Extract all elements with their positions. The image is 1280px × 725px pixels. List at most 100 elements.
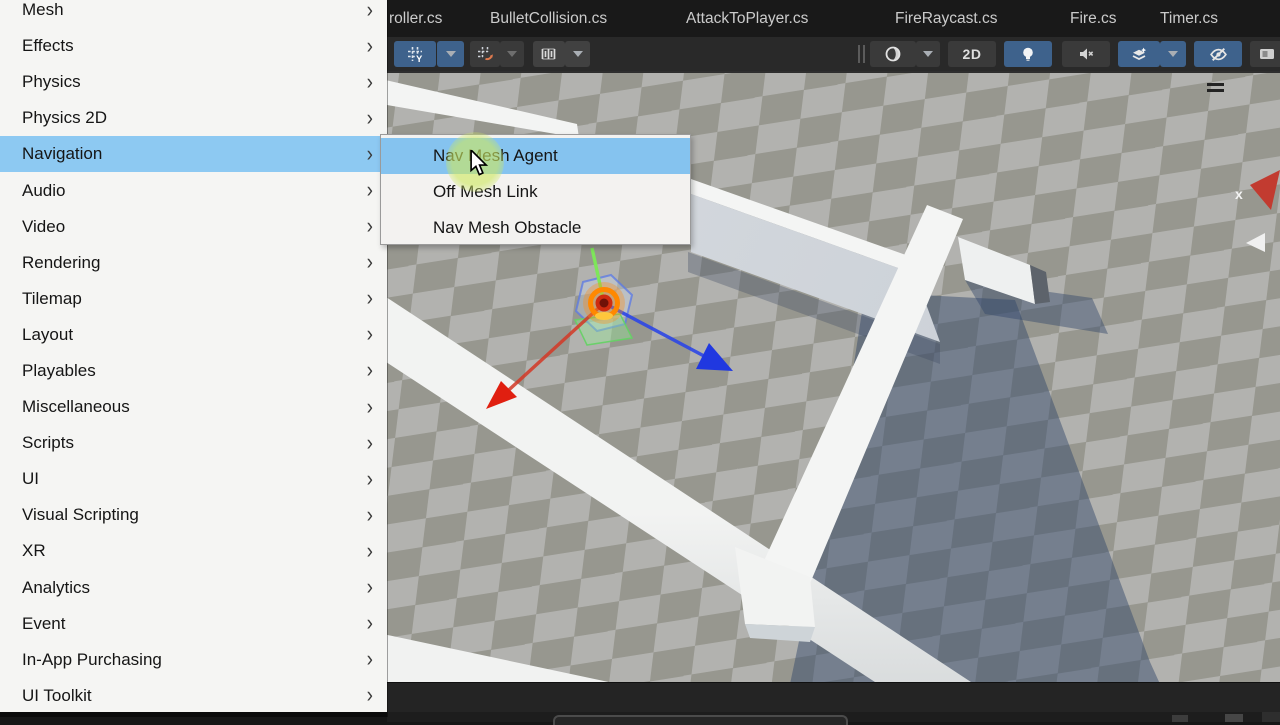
menu-item-tilemap[interactable]: Tilemap › <box>0 281 387 317</box>
gizmo-x-axis[interactable] <box>498 301 606 400</box>
context-menu-rows: Mesh › Effects › Physics › Physics 2D › Navi… <box>0 0 387 712</box>
submenu-chevron-icon: › <box>366 539 373 564</box>
snap-increment-dropdown-button[interactable] <box>565 41 590 67</box>
chevron-down-icon <box>572 51 583 57</box>
toolbar-separator <box>858 45 860 63</box>
2d-label: 2D <box>962 46 982 62</box>
submenu-chevron-icon: › <box>366 178 373 203</box>
effects-button[interactable] <box>1118 41 1160 67</box>
menu-item-mesh[interactable]: Mesh › <box>0 0 387 28</box>
toolbar-separator <box>863 45 865 63</box>
menu-item-playables[interactable]: Playables › <box>0 353 387 389</box>
tab-timer-cs[interactable]: Timer.cs <box>1160 0 1218 37</box>
menu-item-layout[interactable]: Layout › <box>0 317 387 353</box>
shading-mode-button[interactable] <box>870 41 916 67</box>
submenu-chevron-icon: › <box>366 214 373 239</box>
bottom-bar-button[interactable] <box>1172 715 1188 722</box>
submenu-chevron-icon: › <box>366 0 373 23</box>
menu-item-analytics[interactable]: Analytics › <box>0 570 387 606</box>
shading-mode-dropdown-button[interactable] <box>916 41 940 67</box>
component-tools-button[interactable] <box>1250 41 1280 67</box>
layers-sparkle-icon <box>1132 47 1147 61</box>
menu-item-rendering[interactable]: Rendering › <box>0 245 387 281</box>
effects-dropdown-button[interactable] <box>1160 41 1186 67</box>
submenu-chevron-icon: › <box>366 34 373 59</box>
menu-item-ui-toolkit[interactable]: UI Toolkit › <box>0 678 387 712</box>
grid-rotate-icon <box>478 47 493 61</box>
snap-increment-icon <box>541 48 556 60</box>
tab-fireraycast-cs[interactable]: FireRaycast.cs <box>895 0 998 37</box>
tab-fire-cs[interactable]: Fire.cs <box>1070 0 1117 37</box>
axis-x-label: x <box>1235 186 1243 202</box>
chevron-down-icon <box>923 51 933 57</box>
view-2d-button[interactable]: 2D <box>948 41 996 67</box>
submenu-chevron-icon: › <box>366 575 373 600</box>
menu-item-audio[interactable]: Audio › <box>0 172 387 208</box>
submenu-chevron-icon: › <box>366 431 373 456</box>
bottom-panel-edge <box>387 712 1280 725</box>
submenu-item-nav-mesh-agent[interactable]: Nav Mesh Agent <box>381 138 690 174</box>
submenu-chevron-icon: › <box>366 322 373 347</box>
lower-dark-strip <box>387 682 1280 713</box>
menu-item-physics[interactable]: Physics › <box>0 64 387 100</box>
submenu-chevron-icon: › <box>366 106 373 131</box>
grid-rotate-snap-button[interactable] <box>470 41 500 67</box>
orientation-gizmo-white-cone[interactable] <box>1246 233 1265 252</box>
editor-right-column: roller.cs BulletCollision.cs AttackToPla… <box>387 0 1280 725</box>
submenu-chevron-icon: › <box>366 70 373 95</box>
fire-effect-center <box>599 298 609 308</box>
light-bulb-icon <box>1023 47 1033 61</box>
gameobject-context-menu: Mesh › Effects › Physics › Physics 2D › Navi… <box>0 0 387 717</box>
audio-mute-button[interactable] <box>1062 41 1110 67</box>
chevron-down-icon <box>445 51 456 57</box>
menu-item-physics-2d[interactable]: Physics 2D › <box>0 100 387 136</box>
menu-item-navigation[interactable]: Navigation › <box>0 136 387 173</box>
tab-roller-cs[interactable]: roller.cs <box>389 0 442 37</box>
submenu-chevron-icon: › <box>366 683 373 708</box>
submenu-chevron-icon: › <box>366 250 373 275</box>
eye-slash-icon <box>1209 47 1227 61</box>
menu-item-visual-scripting[interactable]: Visual Scripting › <box>0 497 387 533</box>
menu-item-event[interactable]: Event › <box>0 606 387 642</box>
scene-visibility-button[interactable] <box>1194 41 1242 67</box>
submenu-chevron-icon: › <box>366 142 373 167</box>
speaker-muted-icon <box>1080 48 1094 60</box>
submenu-chevron-icon: › <box>366 395 373 420</box>
submenu-chevron-icon: › <box>366 358 373 384</box>
submenu-chevron-icon: › <box>366 467 373 492</box>
bottom-bar-button[interactable] <box>1225 714 1243 722</box>
gizmo-z-arrowhead[interactable] <box>696 343 733 371</box>
submenu-chevron-icon: › <box>366 503 373 528</box>
grid-snap-icon: Y <box>408 47 423 63</box>
navigation-submenu: Nav Mesh Agent Off Mesh Link Nav Mesh Ob… <box>380 134 691 245</box>
orientation-gizmo-red-cone[interactable] <box>1250 170 1280 210</box>
menu-item-effects[interactable]: Effects › <box>0 28 387 64</box>
tab-attacktoplayer-cs[interactable]: AttackToPlayer.cs <box>686 0 808 37</box>
shaded-sphere-icon <box>885 46 901 62</box>
grid-rotate-dropdown-button[interactable] <box>500 41 524 67</box>
grid-snap-button[interactable]: Y <box>394 41 436 67</box>
menu-item-in-app-purchasing[interactable]: In-App Purchasing › <box>0 642 387 678</box>
submenu-chevron-icon: › <box>366 647 373 672</box>
submenu-item-nav-mesh-obstacle[interactable]: Nav Mesh Obstacle <box>381 210 690 246</box>
tab-bulletcollision-cs[interactable]: BulletCollision.cs <box>490 0 607 37</box>
menu-item-scripts[interactable]: Scripts › <box>0 425 387 461</box>
menu-item-miscellaneous[interactable]: Miscellaneous › <box>0 389 387 425</box>
mouse-cursor-icon <box>470 150 489 176</box>
menu-item-video[interactable]: Video › <box>0 209 387 245</box>
chevron-down-icon <box>507 51 517 57</box>
scene-lighting-button[interactable] <box>1004 41 1052 67</box>
camera-panel-icon <box>1260 49 1274 59</box>
menu-item-ui[interactable]: UI › <box>0 461 387 497</box>
submenu-chevron-icon: › <box>366 286 373 311</box>
chevron-down-icon <box>1168 51 1178 57</box>
scene-toolbar: Y 2D <box>387 37 1280 72</box>
bottom-search-field-edge[interactable] <box>553 715 848 725</box>
menu-item-xr[interactable]: XR › <box>0 533 387 569</box>
snap-increment-button[interactable] <box>533 41 565 67</box>
svg-text:Y: Y <box>416 54 423 63</box>
bottom-bar-block <box>1262 712 1280 722</box>
grid-snap-dropdown-button[interactable] <box>437 41 464 67</box>
fire-effect-spark <box>595 312 613 320</box>
submenu-item-off-mesh-link[interactable]: Off Mesh Link <box>381 174 690 210</box>
